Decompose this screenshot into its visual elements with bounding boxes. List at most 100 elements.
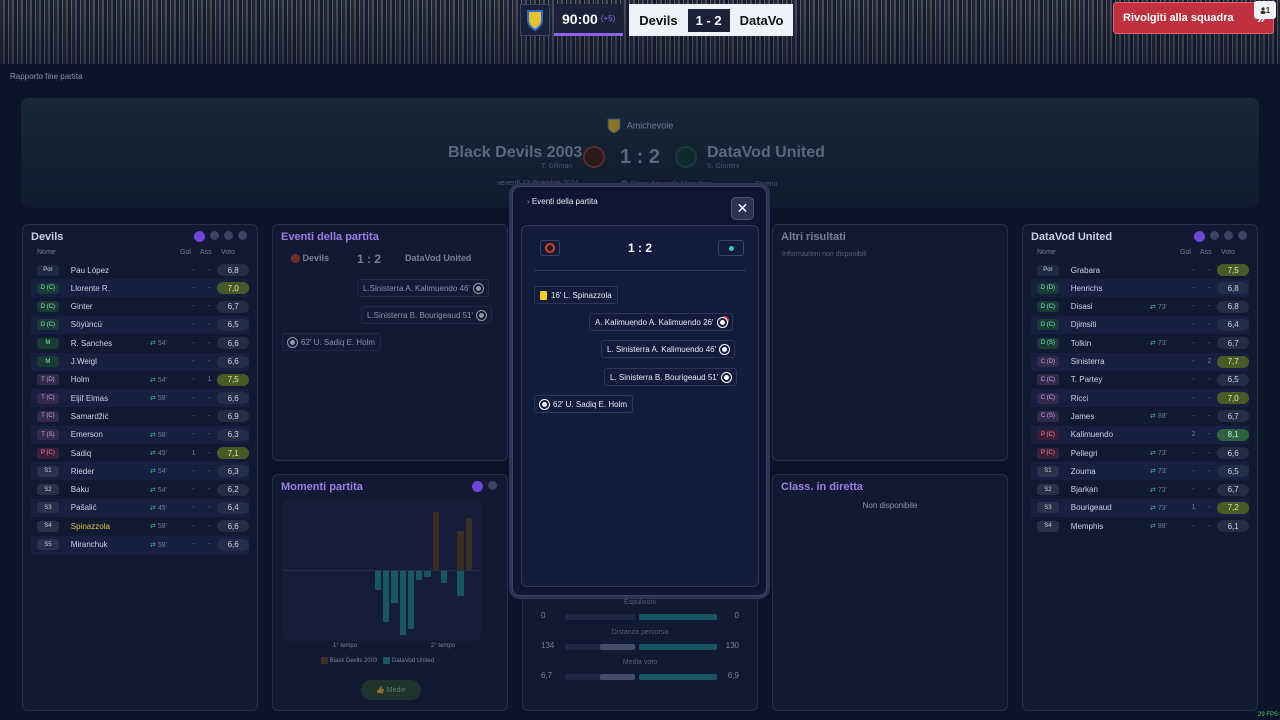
goals: - xyxy=(1192,339,1195,347)
position-badge: D (D) xyxy=(1037,282,1059,294)
other-results-panel: Altri risultati Informazioni non disponi… xyxy=(772,224,1008,461)
close-button[interactable]: ✕ xyxy=(731,197,754,220)
swap-icon: ⇄ xyxy=(149,468,156,476)
lineup-row[interactable]: S2 Bjarkan ⇄ 73' - -6,7 xyxy=(1031,481,1249,499)
home-team-logo-icon xyxy=(583,146,605,168)
back-to-team-button[interactable]: Rivolgiti alla squadra » 1 xyxy=(1113,1,1276,34)
position-badge: T (D) xyxy=(37,374,59,386)
lineup-dot[interactable] xyxy=(194,231,205,242)
lineup-dot[interactable] xyxy=(224,231,233,240)
assists: - xyxy=(208,321,211,329)
momentum-bar xyxy=(416,570,423,580)
lineup-dot[interactable] xyxy=(1210,231,1219,240)
momentum-title: Momenti partita xyxy=(281,481,363,493)
lineup-row[interactable]: C (C) Ricci - -7,0 xyxy=(1031,389,1249,408)
lineup-row[interactable]: S5 Miranchuk ⇄ 58' - -6,6 xyxy=(31,535,249,554)
rating-badge: 6,6 xyxy=(217,337,249,350)
lineup-row[interactable]: T (C) Eljif Elmas ⇄ 58' - -6,6 xyxy=(31,389,249,408)
lineup-row[interactable]: P (C) Pellegri ⇄ 73' - -6,6 xyxy=(1031,444,1249,462)
lineup-row[interactable]: C (D) Sinisterra - 2 7,7 xyxy=(1031,352,1249,371)
live-table-title: Class. in diretta xyxy=(781,481,863,493)
momentum-dot[interactable] xyxy=(472,481,483,492)
lineup-row[interactable]: D (C) Ginter - -6,7 xyxy=(31,298,249,316)
rating-badge: 6,6 xyxy=(217,520,249,533)
momentum-bar xyxy=(407,570,414,629)
lineup-row[interactable]: D (D) Henrichs - -6,8 xyxy=(1031,279,1249,298)
lineup-row[interactable]: S4 Memphis ⇄ 88' - -6,1 xyxy=(1031,517,1249,535)
lineup-row[interactable]: Por Pau López - -6,8 xyxy=(31,261,249,279)
substitution: ⇄ 73' xyxy=(1149,504,1167,512)
away-lineup-title: DataVod United xyxy=(1031,231,1113,243)
momentum-bar xyxy=(383,570,390,622)
swap-icon: ⇄ xyxy=(149,504,156,512)
lineup-row[interactable]: S2 Baku ⇄ 54' - -6,2 xyxy=(31,481,249,499)
lineup-dot[interactable] xyxy=(1194,231,1205,242)
player-name: James xyxy=(1070,411,1095,421)
ball-icon xyxy=(477,310,487,320)
rating-badge: 6,3 xyxy=(217,428,249,441)
lineup-row[interactable]: D (C) Söyüncü - -6,5 xyxy=(31,315,249,334)
notification-badge[interactable]: 1 xyxy=(1254,1,1276,19)
lineup-dot[interactable] xyxy=(1238,231,1247,240)
swap-icon: ⇄ xyxy=(1149,450,1156,457)
player-name: Spinazzola xyxy=(70,521,110,531)
lineup-row[interactable]: S4 Spinazzola ⇄ 58' - -6,6 xyxy=(31,517,249,535)
lineup-row[interactable]: M J.Weigl - -6,6 xyxy=(31,352,249,371)
rating-badge: 6,8 xyxy=(217,264,249,276)
lineup-row[interactable]: D (S) Tolkin ⇄ 73' - -6,7 xyxy=(1031,334,1249,352)
rating-badge: 7,1 xyxy=(217,447,249,459)
competition-logo-icon xyxy=(520,4,550,36)
stat-home-value: 0 xyxy=(541,611,546,620)
player-name: Ricci xyxy=(1070,393,1089,403)
averages-button[interactable]: 👍 Medie xyxy=(361,680,421,700)
player-name: Söyüncü xyxy=(70,320,102,330)
lineup-row[interactable]: Por Grabara - -7,5 xyxy=(1031,261,1249,279)
momentum-legend: Black Devils 2003 DataVod United xyxy=(321,657,434,664)
rating-badge: 6,6 xyxy=(1217,447,1249,459)
assists: - xyxy=(1208,449,1211,457)
goals: - xyxy=(192,541,195,548)
lineup-row[interactable]: P (C) Sadiq ⇄ 45' 1 -7,1 xyxy=(31,444,249,462)
lineup-row[interactable]: T (S) Emerson ⇄ 58' - -6,3 xyxy=(31,425,249,444)
lineup-row[interactable]: S1 Zouma ⇄ 73' - -6,5 xyxy=(1031,462,1249,481)
momentum-panel: Momenti partita 1° tempo 2° tempo Black … xyxy=(272,474,508,711)
player-name: Disasi xyxy=(1070,302,1093,312)
player-name: Pau López xyxy=(70,265,110,275)
goals: - xyxy=(192,339,195,347)
assists: - xyxy=(1208,431,1211,439)
lineup-row[interactable]: T (C) Samardžić - -6,9 xyxy=(31,407,249,425)
lineup-row[interactable]: C (S) James ⇄ 88' - -6,7 xyxy=(1031,407,1249,425)
lineup-row[interactable]: S3 Pašalić ⇄ 45' - -6,4 xyxy=(31,498,249,517)
substitution: ⇄ 73' xyxy=(1149,340,1167,348)
position-badge: Por xyxy=(37,264,59,276)
momentum-bar xyxy=(440,570,447,583)
breadcrumb: Rapporto fine partita xyxy=(10,72,83,81)
swap-icon: ⇄ xyxy=(1149,340,1156,348)
legend-away: DataVod United xyxy=(383,657,434,664)
lineup-dot[interactable] xyxy=(238,231,247,240)
position-badge: S1 xyxy=(37,465,59,477)
goals: - xyxy=(192,486,195,494)
lineup-row[interactable]: S3 Bourigeaud ⇄ 73' 1 -7,2 xyxy=(1031,498,1249,517)
assists: - xyxy=(208,412,211,420)
momentum-dot[interactable] xyxy=(488,481,497,490)
lineup-row[interactable]: M R. Sanches ⇄ 54' - -6,6 xyxy=(31,334,249,352)
lineup-row[interactable]: D (C) Djimsiti - -6,4 xyxy=(1031,315,1249,334)
lineup-row[interactable]: P (C) Kalimuendo 2 -8,1 xyxy=(1031,425,1249,444)
lineup-dot[interactable] xyxy=(210,231,219,240)
lineup-row[interactable]: D (C) Disasi ⇄ 73' - -6,8 xyxy=(1031,298,1249,316)
lineup-row[interactable]: S1 Rieder ⇄ 54' - -6,3 xyxy=(31,462,249,481)
lineup-row[interactable]: C (C) T. Partey - -6,5 xyxy=(1031,371,1249,389)
other-results-text: Informazioni non disponibili xyxy=(782,251,867,258)
lineup-view-dots[interactable] xyxy=(194,231,247,242)
goals: - xyxy=(1192,486,1195,494)
assists: - xyxy=(208,467,211,475)
player-name: T. Partey xyxy=(1070,375,1103,385)
assists: - xyxy=(1208,266,1211,274)
lineup-view-dots[interactable] xyxy=(1194,231,1247,242)
rating-badge: 7,7 xyxy=(1217,355,1249,368)
lineup-row[interactable]: T (D) Holm ⇄ 54' - 1 7,5 xyxy=(31,371,249,389)
lineup-row[interactable]: D (C) Llorente R. - -7,0 xyxy=(31,279,249,298)
lineup-dot[interactable] xyxy=(1224,231,1233,240)
position-badge: P (C) xyxy=(37,447,59,459)
